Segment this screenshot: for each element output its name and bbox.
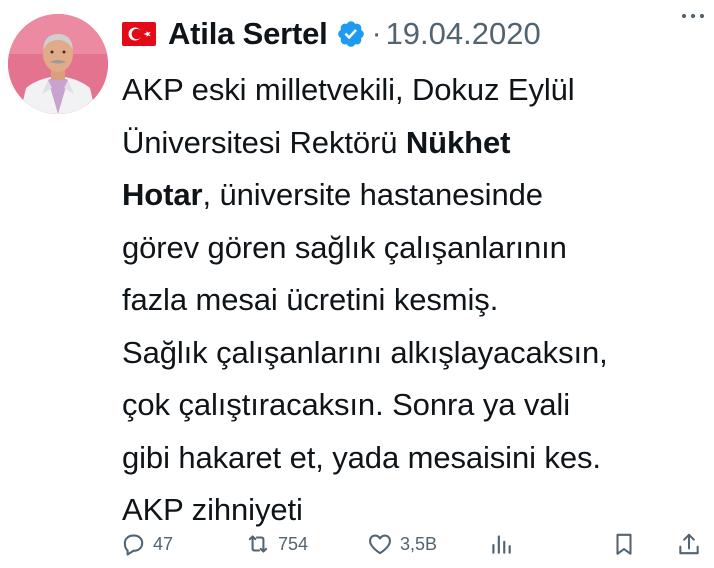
tweet-action-bar: 47 754 3,5B	[120, 526, 708, 562]
heart-icon	[369, 534, 391, 555]
tweet-date[interactable]: 19.04.2020	[386, 16, 541, 52]
tweet-text-line: görev gören sağlık çalışanlarının	[122, 229, 567, 265]
tweet-card[interactable]: Atila Sertel · 19.04.2020 AKP eski mille…	[0, 0, 714, 568]
tweet-header: Atila Sertel · 19.04.2020	[122, 14, 700, 54]
tweet-text-line: fazla mesai ücretini kesmiş.	[122, 282, 499, 317]
views-button[interactable]	[488, 526, 514, 562]
bookmark-icon	[616, 533, 632, 555]
verified-badge-icon[interactable]	[336, 19, 366, 49]
tweet-text: AKP eski milletvekili, Dokuz Eylül Ünive…	[122, 64, 708, 537]
tweet-text-line: Sağlık çalışanlarını alkışlayacaksın,	[122, 334, 608, 370]
like-count: 3,5B	[400, 533, 438, 554]
tweet-text-line: Üniversitesi Rektörü Nükhet	[122, 124, 511, 160]
like-button[interactable]: 3,5B	[367, 526, 437, 562]
bookmark-button[interactable]	[611, 526, 637, 562]
tweet-text-line: çok çalıştıracaksın. Sonra ya vali	[122, 387, 571, 422]
tweet-text-line: gibi hakaret et, yada mesaisini kes.	[122, 439, 601, 475]
header-separator: ·	[371, 17, 382, 50]
mentioned-name-bold: Hotar	[122, 177, 203, 212]
retweet-count: 754	[278, 533, 309, 554]
turkey-flag-icon	[122, 22, 156, 46]
reply-icon	[123, 534, 144, 556]
share-button[interactable]	[676, 526, 702, 562]
analytics-icon	[492, 535, 511, 554]
reply-count: 47	[153, 533, 174, 554]
avatar-portrait	[8, 14, 108, 114]
reply-button[interactable]: 47	[120, 526, 173, 562]
tweet-text-line: Hotar, üniversite hastanesinde	[122, 177, 543, 212]
author-avatar[interactable]	[8, 14, 108, 114]
share-icon	[679, 533, 699, 555]
mentioned-name-bold: Nükhet	[405, 124, 511, 160]
retweet-button[interactable]: 754	[245, 526, 308, 562]
author-name[interactable]: Atila Sertel	[168, 16, 328, 52]
more-options-icon[interactable]	[678, 6, 708, 26]
retweet-icon	[248, 535, 268, 553]
tweet-text-line: AKP eski milletvekili, Dokuz Eylül	[122, 72, 575, 107]
